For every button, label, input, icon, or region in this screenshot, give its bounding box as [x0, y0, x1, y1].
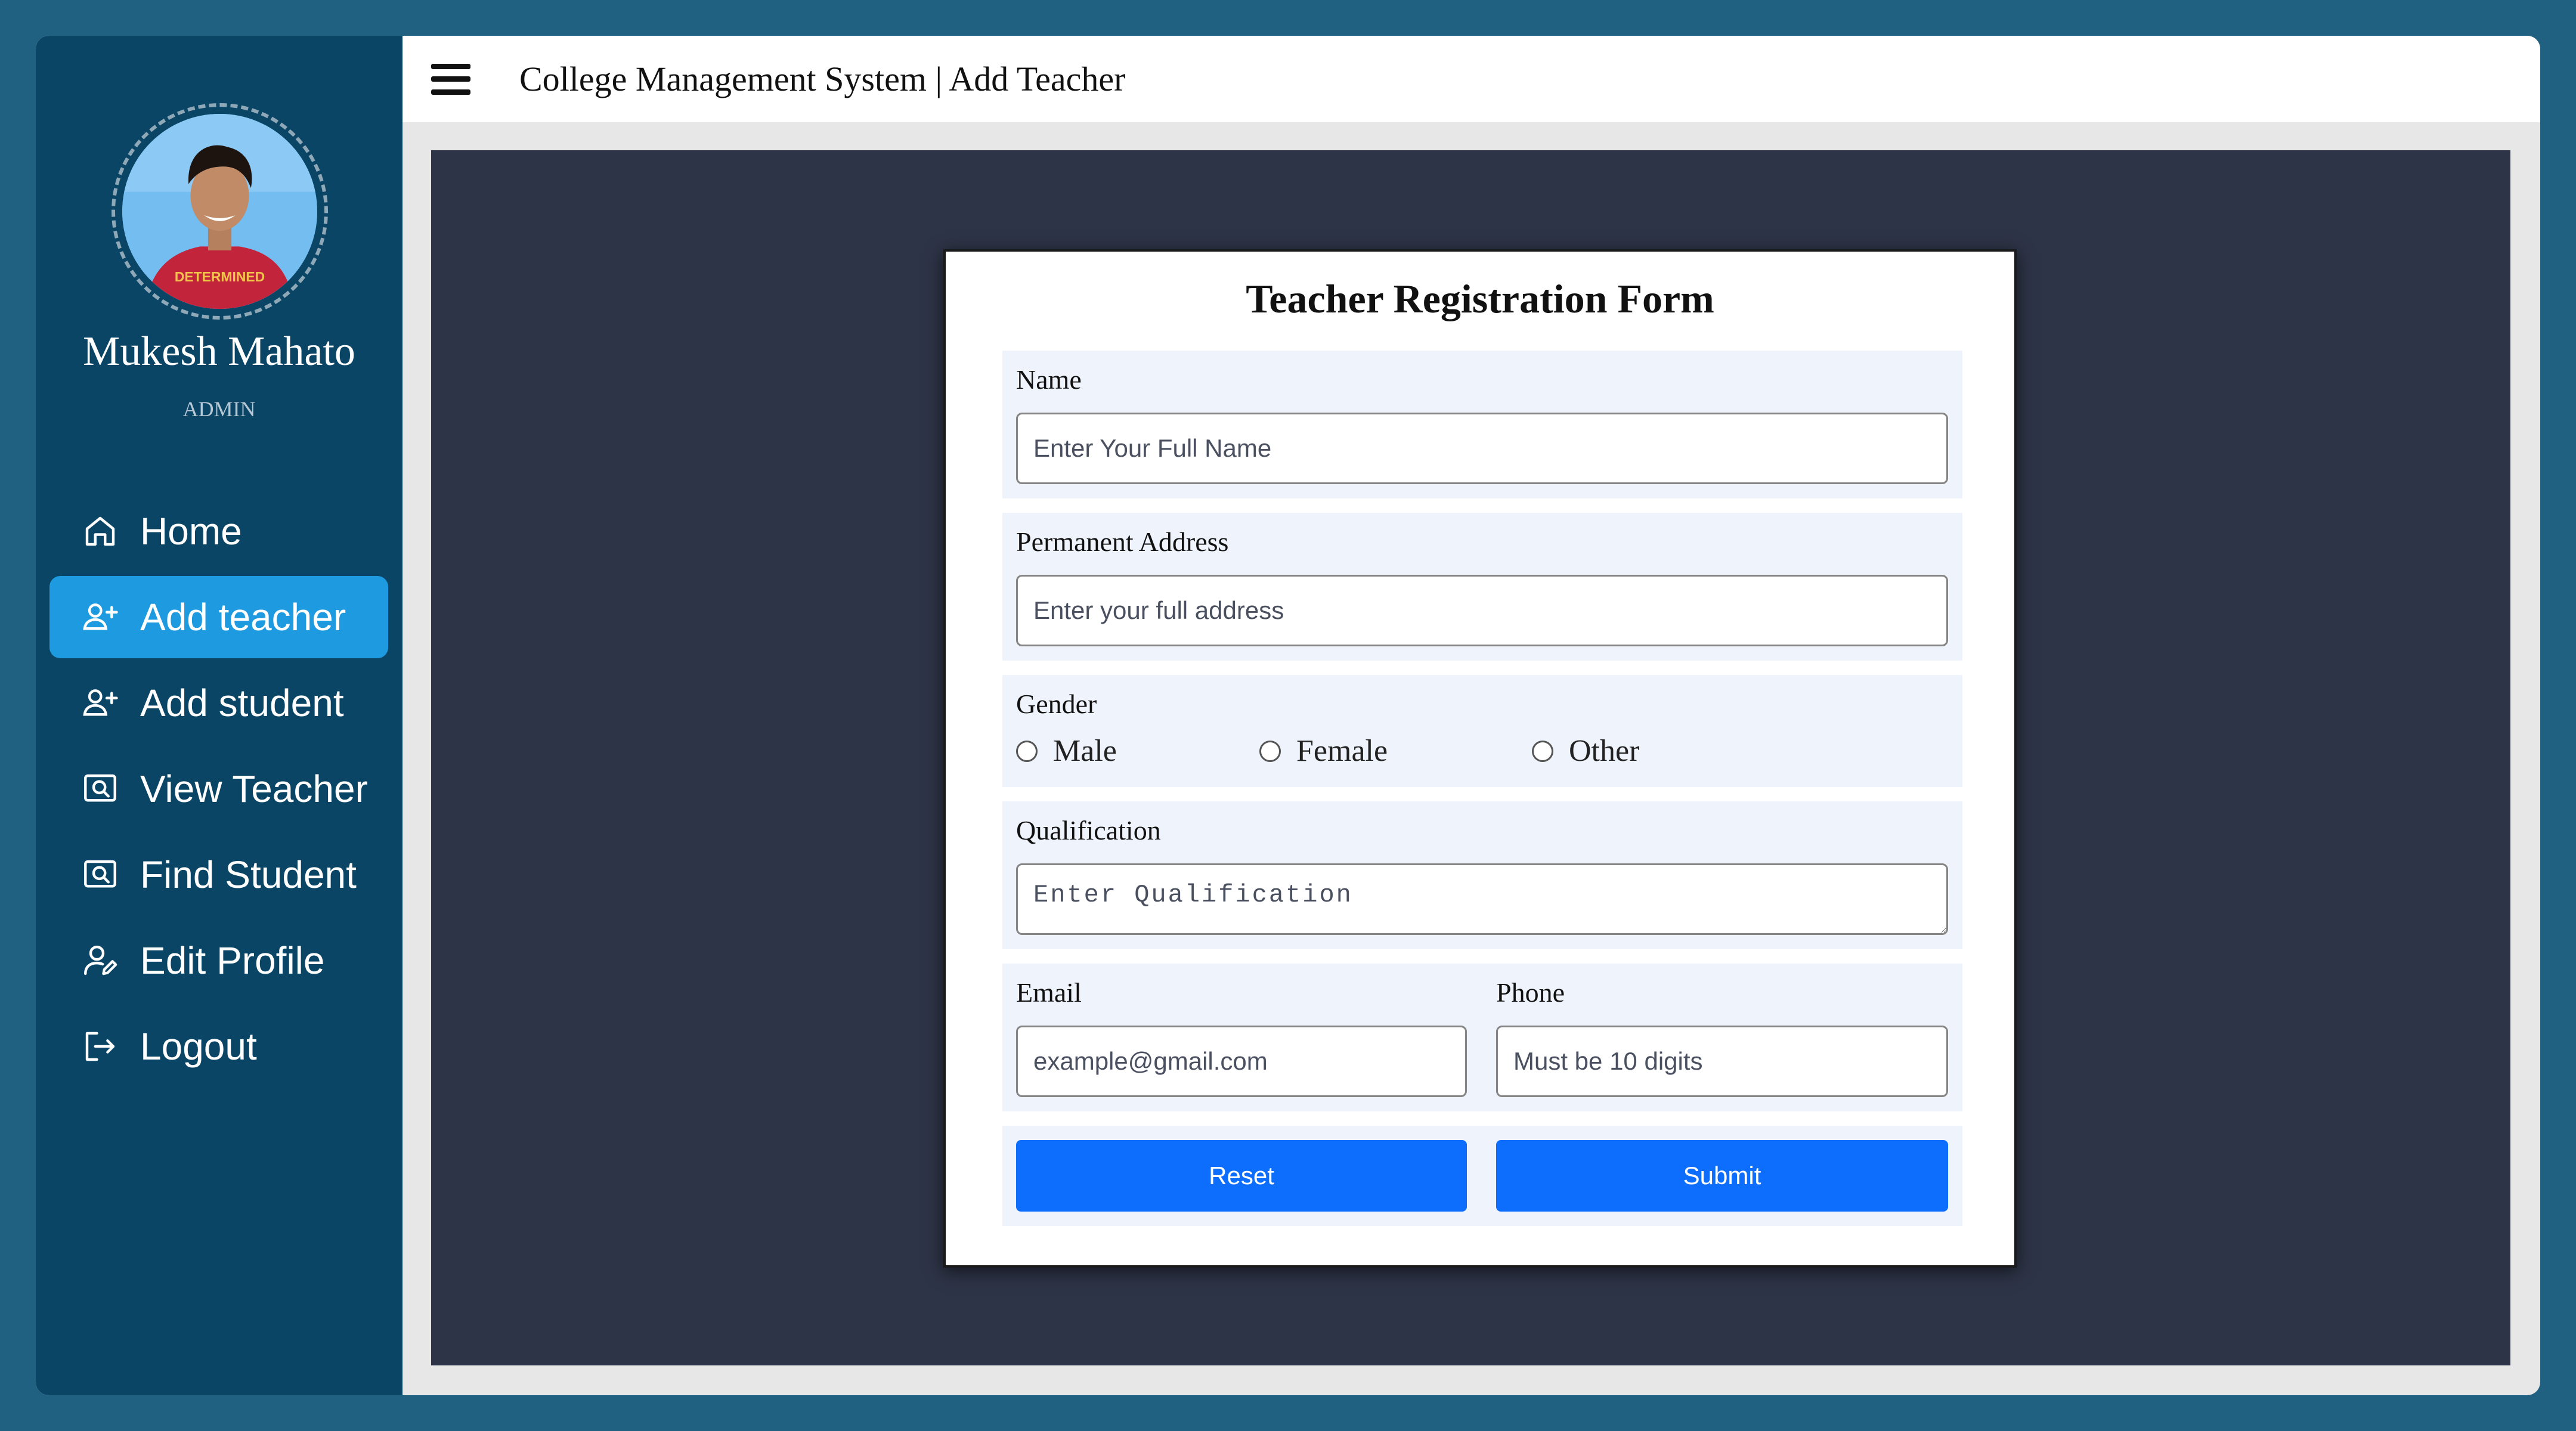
avatar-image: DETERMINED [122, 114, 317, 309]
sidebar-item-add-student[interactable]: Add student [49, 662, 388, 744]
top-header: College Management System | Add Teacher [402, 36, 2540, 122]
shirt-print: DETERMINED [175, 269, 265, 284]
gender-section: Gender Male Female Other [1002, 675, 1962, 787]
radio-circle[interactable] [1532, 740, 1553, 762]
qualification-textarea[interactable] [1016, 863, 1948, 935]
user-role: ADMIN [182, 397, 256, 421]
sidebar-nav: Home Add teacher Add student View Teache… [49, 490, 388, 1091]
gender-radio-group: Male Female Other [1016, 733, 1639, 769]
reset-button[interactable]: Reset [1016, 1140, 1467, 1212]
email-input[interactable] [1016, 1026, 1467, 1097]
name-input[interactable] [1016, 413, 1948, 484]
name-section: Name [1002, 351, 1962, 498]
search-box-icon [80, 855, 120, 894]
sidebar: DETERMINED Mukesh Mahato ADMIN Home Add … [36, 36, 402, 1395]
search-box-icon [80, 769, 120, 809]
sidebar-item-label: Edit Profile [140, 939, 325, 982]
sidebar-item-logout[interactable]: Logout [49, 1005, 388, 1088]
phone-label: Phone [1496, 977, 1565, 1008]
sidebar-item-label: Logout [140, 1025, 257, 1068]
name-label: Name [1016, 364, 1082, 395]
user-plus-icon [80, 597, 120, 637]
radio-circle[interactable] [1016, 740, 1038, 762]
gender-male-radio[interactable]: Male [1016, 733, 1259, 769]
address-section: Permanent Address [1002, 513, 1962, 661]
sidebar-item-label: Home [140, 510, 242, 553]
sidebar-item-label: View Teacher [140, 767, 368, 810]
user-plus-icon [80, 683, 120, 723]
radio-label: Male [1053, 734, 1117, 768]
user-name: Mukesh Mahato [83, 329, 355, 374]
sidebar-item-label: Add student [140, 682, 344, 724]
submit-button[interactable]: Submit [1496, 1140, 1948, 1212]
gender-other-radio[interactable]: Other [1532, 733, 1639, 769]
sidebar-item-home[interactable]: Home [49, 490, 388, 572]
teacher-registration-form: Teacher Registration Form Name Permanent… [943, 249, 2017, 1268]
radio-label: Female [1296, 734, 1388, 768]
sidebar-item-label: Add teacher [140, 596, 346, 639]
qualification-section: Qualification [1002, 801, 1962, 949]
gender-female-radio[interactable]: Female [1259, 733, 1532, 769]
logout-icon [80, 1027, 120, 1066]
contact-section: Email Phone [1002, 964, 1962, 1111]
radio-label: Other [1569, 734, 1640, 768]
address-label: Permanent Address [1016, 526, 1229, 557]
sidebar-item-label: Find Student [140, 853, 357, 896]
main-content: Teacher Registration Form Name Permanent… [431, 150, 2510, 1365]
sidebar-item-view-teacher[interactable]: View Teacher [49, 748, 388, 830]
sidebar-item-edit-profile[interactable]: Edit Profile [49, 919, 388, 1002]
phone-input[interactable] [1496, 1026, 1948, 1097]
radio-circle[interactable] [1259, 740, 1281, 762]
home-icon [80, 512, 120, 551]
sidebar-item-find-student[interactable]: Find Student [49, 834, 388, 916]
hamburger-menu-icon[interactable] [431, 61, 470, 97]
email-label: Email [1016, 977, 1082, 1008]
app-window: DETERMINED Mukesh Mahato ADMIN Home Add … [36, 36, 2540, 1395]
avatar[interactable]: DETERMINED [122, 114, 317, 309]
qualification-label: Qualification [1016, 815, 1161, 845]
actions-section: Reset Submit [1002, 1126, 1962, 1226]
form-title: Teacher Registration Form [1246, 276, 1714, 321]
gender-label: Gender [1016, 689, 1097, 719]
address-input[interactable] [1016, 575, 1948, 646]
page-title: College Management System | Add Teacher [519, 60, 1126, 98]
user-edit-icon [80, 941, 120, 980]
sidebar-item-add-teacher[interactable]: Add teacher [49, 576, 388, 658]
